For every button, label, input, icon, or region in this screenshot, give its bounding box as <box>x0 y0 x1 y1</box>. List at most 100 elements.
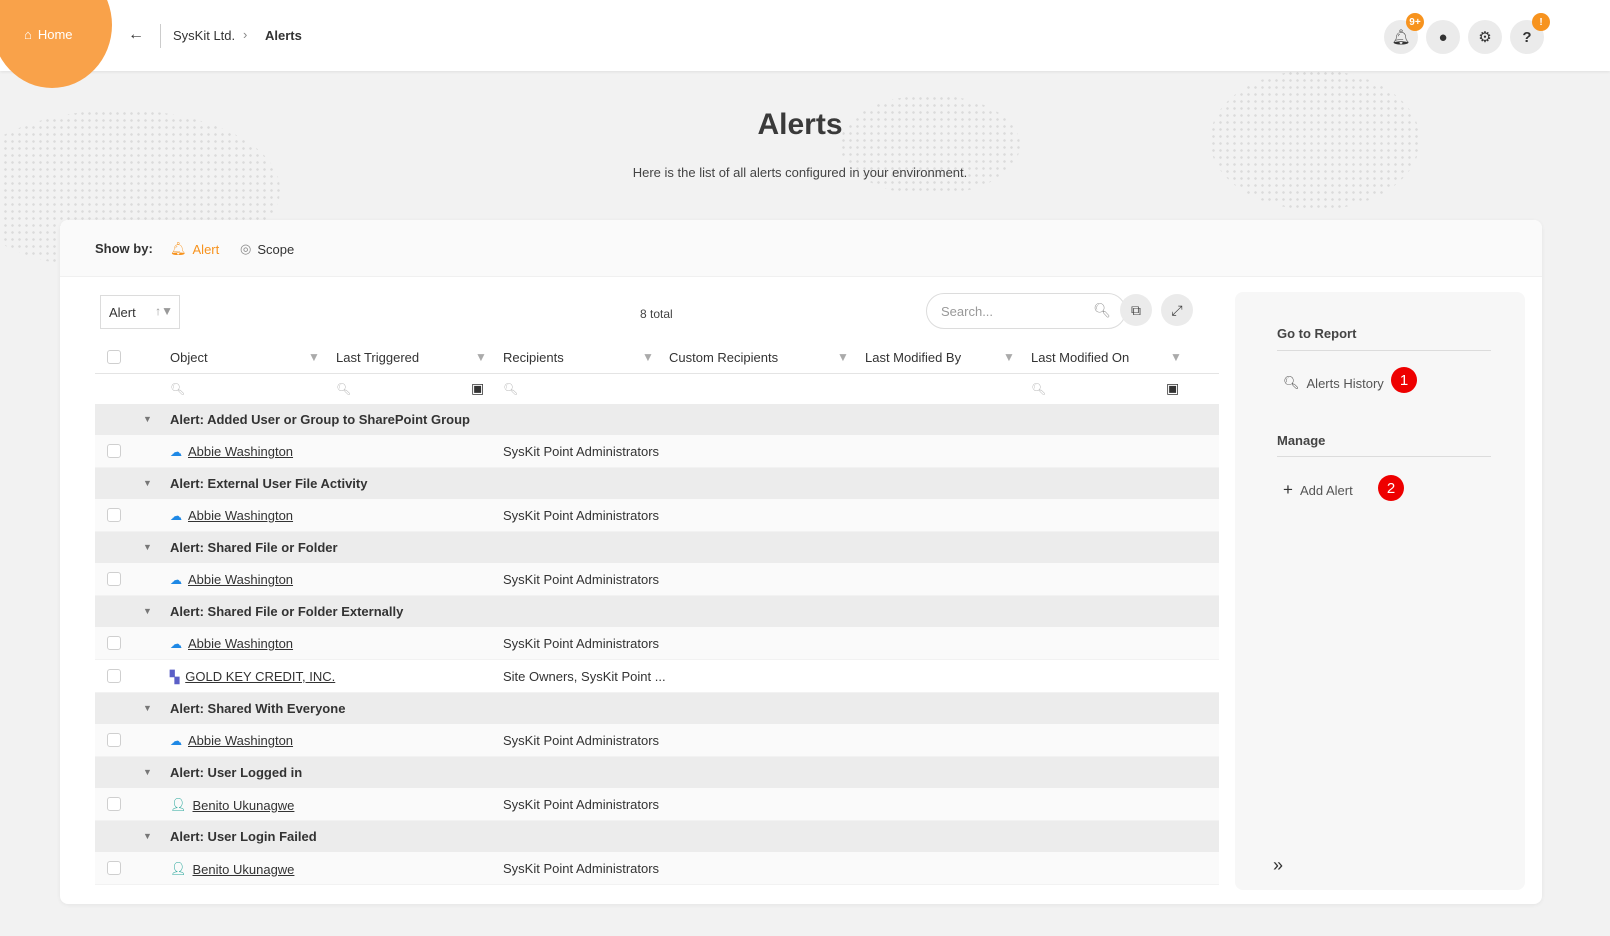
row-checkbox[interactable] <box>107 572 121 586</box>
show-by-alert-option[interactable]: 🔔︎ Alert <box>170 241 219 257</box>
table-row[interactable]: ▚ GOLD KEY CREDIT, INC. Site Owners, Sys… <box>95 660 1219 693</box>
column-header-recipients[interactable]: Recipients <box>503 350 564 365</box>
calendar-icon[interactable]: ▣ <box>471 380 484 397</box>
search-icon[interactable]: 🔍︎ <box>1031 382 1046 396</box>
object-cell: ☁ Abbie Washington <box>170 572 293 587</box>
step-badge: 2 <box>1378 475 1404 501</box>
teams-icon: ▚ <box>170 669 180 684</box>
collapse-caret-icon[interactable]: ▼ <box>143 542 152 552</box>
sort-filter-icon[interactable]: ↑▼ <box>155 304 173 318</box>
filter-icon[interactable]: ▼ <box>837 350 849 364</box>
table-row[interactable]: ☁ Abbie Washington SysKit Point Administ… <box>95 627 1219 660</box>
calendar-icon[interactable]: ▣ <box>1166 380 1179 397</box>
filter-icon[interactable]: ▼ <box>1170 350 1182 364</box>
divider <box>1277 350 1491 351</box>
group-row[interactable]: ▼ Alert: User Login Failed <box>95 821 1219 852</box>
row-checkbox[interactable] <box>107 508 121 522</box>
help-badge: ! <box>1532 13 1550 31</box>
object-link[interactable]: Abbie Washington <box>188 636 293 651</box>
filter-icon[interactable]: ▼ <box>642 350 654 364</box>
notifications-button[interactable]: 🔔︎ 9+ <box>1384 13 1424 54</box>
user-icon: 👤︎ <box>170 797 187 812</box>
breadcrumb-current: Alerts <box>265 28 302 43</box>
add-alert-button[interactable]: + Add Alert <box>1283 480 1353 500</box>
collapse-caret-icon[interactable]: ▼ <box>143 767 152 777</box>
collapse-caret-icon[interactable]: ▼ <box>143 606 152 616</box>
group-row[interactable]: ▼ Alert: Shared File or Folder <box>95 532 1219 563</box>
group-by-selector[interactable]: Alert ↑▼ <box>100 295 180 329</box>
go-to-report-heading: Go to Report <box>1277 326 1357 341</box>
profile-button[interactable]: ● <box>1426 20 1460 54</box>
table-row[interactable]: 👤︎ Benito Ukunagwe SysKit Point Administ… <box>95 788 1219 821</box>
column-header-last-triggered[interactable]: Last Triggered <box>336 350 419 365</box>
column-header-last-modified-on[interactable]: Last Modified On <box>1031 350 1129 365</box>
target-icon: ◎ <box>240 241 252 256</box>
group-by-label: Alert <box>109 304 136 320</box>
object-cell: ☁ Abbie Washington <box>170 444 293 459</box>
search-icon[interactable]: 🔍︎ <box>503 382 518 396</box>
table-row[interactable]: ☁ Abbie Washington SysKit Point Administ… <box>95 563 1219 596</box>
search-icon[interactable]: 🔍︎ <box>1093 302 1111 319</box>
recipients-cell: SysKit Point Administrators <box>503 444 660 459</box>
object-cell: 👤︎ Benito Ukunagwe <box>170 861 294 877</box>
search-input[interactable] <box>941 303 1091 319</box>
search-box[interactable]: 🔍︎ <box>926 293 1126 329</box>
alerts-history-label: Alerts History <box>1306 375 1384 391</box>
table-row[interactable]: ☁ Abbie Washington SysKit Point Administ… <box>95 724 1219 757</box>
object-link[interactable]: GOLD KEY CREDIT, INC. <box>185 669 335 684</box>
select-all-checkbox[interactable] <box>107 350 121 364</box>
row-checkbox[interactable] <box>107 669 121 683</box>
home-button[interactable]: ⌂ Home <box>24 27 73 42</box>
row-checkbox[interactable] <box>107 797 121 811</box>
show-by-label: Show by: <box>95 241 153 256</box>
filter-icon[interactable]: ▼ <box>1003 350 1015 364</box>
table-row[interactable]: 👤︎ Benito Ukunagwe SysKit Point Administ… <box>95 852 1219 885</box>
group-row[interactable]: ▼ Alert: External User File Activity <box>95 468 1219 499</box>
filter-icon[interactable]: ▼ <box>475 350 487 364</box>
row-checkbox[interactable] <box>107 861 121 875</box>
show-by-scope-option[interactable]: ◎ Scope <box>240 241 294 257</box>
settings-button[interactable]: ⚙ <box>1468 20 1502 54</box>
object-link[interactable]: Abbie Washington <box>188 444 293 459</box>
object-link[interactable]: Abbie Washington <box>188 508 293 523</box>
back-arrow-icon[interactable]: ← <box>128 26 144 44</box>
alerts-history-link[interactable]: 🔍︎ Alerts History <box>1283 375 1384 391</box>
group-row[interactable]: ▼ Alert: Added User or Group to SharePoi… <box>95 404 1219 435</box>
export-button[interactable]: ⧉ <box>1120 294 1152 326</box>
column-header-custom-recipients[interactable]: Custom Recipients <box>669 350 778 365</box>
search-icon[interactable]: 🔍︎ <box>170 382 185 396</box>
column-header-object[interactable]: Object <box>170 350 208 365</box>
onedrive-icon: ☁ <box>170 444 182 459</box>
collapse-caret-icon[interactable]: ▼ <box>143 414 152 424</box>
search-icon[interactable]: 🔍︎ <box>336 382 351 396</box>
group-row[interactable]: ▼ Alert: Shared File or Folder Externall… <box>95 596 1219 627</box>
column-header-last-modified-by[interactable]: Last Modified By <box>865 350 961 365</box>
collapse-caret-icon[interactable]: ▼ <box>143 478 152 488</box>
recipients-cell: Site Owners, SysKit Point ... <box>503 669 666 684</box>
filter-icon[interactable]: ▼ <box>308 350 320 364</box>
group-title: Alert: Shared With Everyone <box>170 701 346 716</box>
show-by-alert-label: Alert <box>192 241 220 257</box>
notifications-badge: 9+ <box>1406 13 1424 31</box>
table-row[interactable]: ☁ Abbie Washington SysKit Point Administ… <box>95 499 1219 532</box>
collapse-caret-icon[interactable]: ▼ <box>143 831 152 841</box>
onedrive-icon: ☁ <box>170 508 182 523</box>
object-link[interactable]: Abbie Washington <box>188 572 293 587</box>
row-checkbox[interactable] <box>107 636 121 650</box>
breadcrumb-org[interactable]: SysKit Ltd. <box>173 28 235 43</box>
group-row[interactable]: ▼ Alert: Shared With Everyone <box>95 693 1219 724</box>
filter-row: 🔍︎ 🔍︎ ▣ 🔍︎ 🔍︎ ▣ <box>95 374 1219 404</box>
object-cell: ☁ Abbie Washington <box>170 508 293 523</box>
object-link[interactable]: Benito Ukunagwe <box>193 862 295 877</box>
object-link[interactable]: Benito Ukunagwe <box>193 798 295 813</box>
collapse-caret-icon[interactable]: ▼ <box>143 703 152 713</box>
row-checkbox[interactable] <box>107 733 121 747</box>
row-checkbox[interactable] <box>107 444 121 458</box>
collapse-panel-icon[interactable]: » <box>1273 855 1283 876</box>
table-row[interactable]: ☁ Abbie Washington SysKit Point Administ… <box>95 435 1219 468</box>
expand-button[interactable]: ⤢ <box>1161 294 1193 326</box>
help-button[interactable]: ? ! <box>1510 13 1550 54</box>
expand-icon: ⤢ <box>1171 301 1183 318</box>
object-link[interactable]: Abbie Washington <box>188 733 293 748</box>
group-row[interactable]: ▼ Alert: User Logged in <box>95 757 1219 788</box>
